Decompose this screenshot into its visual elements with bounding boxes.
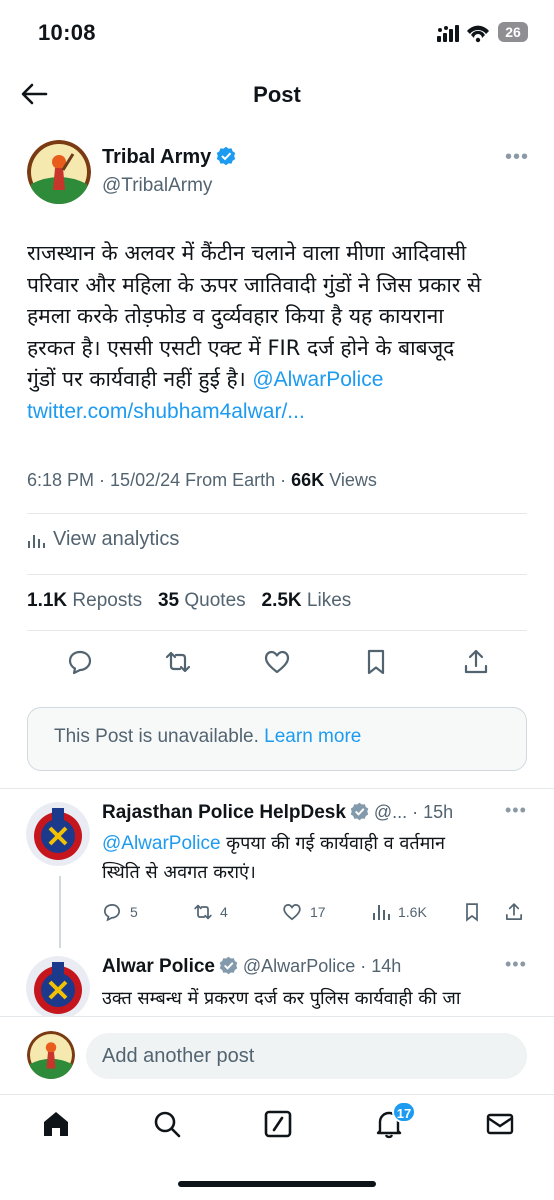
notifications-badge: 17 <box>392 1101 416 1123</box>
more-icon[interactable]: ••• <box>505 954 527 975</box>
reposts-label[interactable]: Reposts <box>72 590 142 611</box>
reply-author-name[interactable]: Rajasthan Police HelpDesk <box>102 802 346 823</box>
reply-author-name[interactable]: Alwar Police <box>102 956 215 977</box>
author-handle[interactable]: @TribalArmy <box>102 175 212 197</box>
mail-icon[interactable] <box>485 1109 515 1139</box>
signal-wifi-icon <box>437 25 489 43</box>
search-icon[interactable] <box>152 1109 182 1139</box>
like-icon[interactable] <box>263 648 291 676</box>
verified-badge-icon <box>351 802 369 821</box>
learn-more-link[interactable]: Learn more <box>264 726 361 747</box>
reply-body: @AlwarPolice कृपया की गई कार्यवाही व वर्… <box>102 829 532 887</box>
like-count: 17 <box>310 904 326 920</box>
reply-author-handle[interactable]: @... <box>374 802 407 822</box>
home-icon[interactable] <box>41 1109 71 1139</box>
divider <box>27 513 527 514</box>
reply-actions: 5 4 17 1.6K <box>102 902 532 924</box>
post-time[interactable]: 6:18 PM <box>27 470 94 490</box>
repost-icon[interactable] <box>192 902 214 922</box>
reply-icon[interactable] <box>102 902 122 922</box>
grok-icon[interactable] <box>263 1109 293 1139</box>
view-analytics-button[interactable]: View analytics <box>27 528 179 551</box>
views-label: Views <box>329 470 377 490</box>
more-icon[interactable]: ••• <box>505 800 527 821</box>
reply-text-line: स्थिति से अवगत कराएं। <box>102 862 256 883</box>
home-indicator <box>178 1181 376 1187</box>
reply-avatar[interactable] <box>26 802 90 866</box>
status-time: 10:08 <box>38 20 96 45</box>
share-icon[interactable] <box>462 648 490 676</box>
repost-icon[interactable] <box>164 648 192 676</box>
verified-badge-icon <box>220 956 238 975</box>
unavailable-post-card: This Post is unavailable. Learn more <box>27 707 527 771</box>
url-link[interactable]: twitter.com/shubham4alwar/... <box>27 396 537 428</box>
verified-badge-icon <box>216 146 235 166</box>
reply-text-line: कृपया की गई कार्यवाही व वर्तमान <box>226 833 446 854</box>
divider <box>27 630 527 631</box>
page-title: Post <box>253 82 301 107</box>
post-date[interactable]: 15/02/24 <box>110 470 180 490</box>
author-name-row[interactable]: Tribal Army <box>102 146 236 169</box>
post-text-line: हरकत है। एससी एसटी एक्ट में FIR दर्ज होन… <box>27 335 455 360</box>
reply-avatar[interactable] <box>26 956 90 1020</box>
reply-count: 5 <box>130 904 138 920</box>
post-text-line: हमला करके तोड़फोड व दुर्व्यवहार किया है … <box>27 304 444 328</box>
reply-header: Alwar Police @AlwarPolice · 14h <box>102 956 402 977</box>
quotes-count[interactable]: 35 <box>158 590 179 611</box>
analytics-icon[interactable] <box>372 902 392 922</box>
thread-line <box>59 876 61 948</box>
share-icon[interactable] <box>504 902 524 922</box>
reply-body: उक्त सम्बन्ध में प्रकरण दर्ज कर पुलिस का… <box>102 988 461 1009</box>
status-bar: 10:08 26 <box>0 0 554 66</box>
like-icon[interactable] <box>282 902 302 922</box>
mention-link[interactable]: @AlwarPolice <box>252 368 383 391</box>
reply-time: 15h <box>423 802 454 822</box>
quotes-label[interactable]: Quotes <box>184 590 245 611</box>
own-avatar[interactable] <box>27 1031 75 1079</box>
view-analytics-label: View analytics <box>53 528 180 550</box>
likes-count[interactable]: 2.5K <box>262 590 302 611</box>
battery-indicator: 26 <box>498 22 528 42</box>
repost-count: 4 <box>220 904 228 920</box>
reposts-count[interactable]: 1.1K <box>27 590 67 611</box>
reply-time: 14h <box>371 956 402 976</box>
author-avatar[interactable] <box>27 140 91 204</box>
post-meta: 6:18 PM · 15/02/24 From Earth · 66K View… <box>27 470 377 490</box>
divider <box>27 574 527 575</box>
mention-link[interactable]: @AlwarPolice <box>102 833 221 854</box>
bookmark-icon[interactable] <box>362 648 390 676</box>
reply-header: Rajasthan Police HelpDesk @... · 15h <box>102 802 454 823</box>
more-icon[interactable]: ••• <box>505 146 529 169</box>
post-body: राजस्थान के अलवर में कैंटीन चलाने वाला म… <box>27 238 537 427</box>
reply-author-handle[interactable]: @AlwarPolice <box>243 956 355 976</box>
reply-icon[interactable] <box>66 648 94 676</box>
author-name[interactable]: Tribal Army <box>102 146 211 168</box>
divider <box>0 788 554 789</box>
bookmark-icon[interactable] <box>462 902 482 922</box>
likes-label[interactable]: Likes <box>307 590 351 611</box>
reply-input[interactable]: Add another post <box>86 1033 527 1079</box>
unavailable-text: This Post is unavailable. <box>54 726 259 747</box>
post-source: From Earth <box>185 470 276 490</box>
post-actions <box>0 648 554 678</box>
views-count: 66K <box>291 470 325 490</box>
post-text-line: परिवार और महिला के ऊपर जातिवादी गुंडों न… <box>27 272 482 297</box>
compose-bar: Add another post <box>0 1016 554 1094</box>
post-text-line: गुंडों पर कार्यवाही नहीं हुई है। <box>27 367 246 391</box>
views-count: 1.6K <box>398 904 427 920</box>
post-text-line: राजस्थान के अलवर में कैंटीन चलाने वाला म… <box>27 241 467 265</box>
analytics-icon <box>28 534 45 548</box>
engagement-stats: 1.1K Reposts 35 Quotes 2.5K Likes <box>27 590 351 612</box>
